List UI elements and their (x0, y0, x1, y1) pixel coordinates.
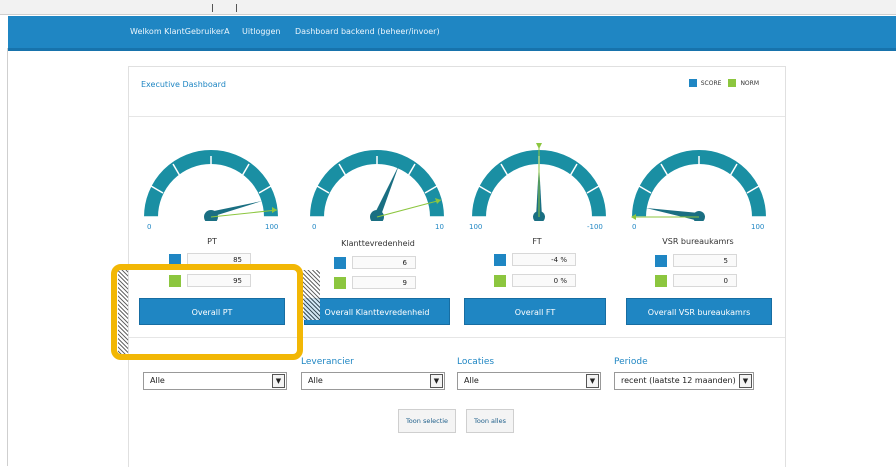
chevron-down-icon[interactable]: ▼ (739, 374, 752, 388)
nav-logout-link[interactable]: Uitloggen (242, 27, 280, 36)
nav-dashboard-backend-link[interactable]: Dashboard backend (beheer/invoer) (295, 27, 440, 36)
gauge-ft-min: 100 (469, 223, 483, 231)
filter-select-leverancier-value: Alle (308, 376, 323, 385)
gauge-klanttevredenheid-score-row: 6 (334, 255, 416, 270)
ruler-tick (212, 4, 213, 12)
toon-alles-button[interactable]: Toon alles (466, 409, 514, 433)
gauge-ft-score: -4 % (512, 253, 576, 266)
panel-header-divider (129, 116, 785, 117)
gauge-pt-min: 0 (147, 223, 152, 231)
overall-vsr-bureaukamrs-button[interactable]: Overall VSR bureaukamrs (626, 298, 772, 325)
gauge-klanttevredenheid-label: Klanttevredenheid (341, 239, 415, 248)
score-swatch (655, 254, 667, 267)
score-swatch (334, 256, 346, 269)
gauge-vsr-min: 0 (632, 223, 637, 231)
overall-klanttevredenheid-button[interactable]: Overall Klanttevredenheid (304, 298, 450, 325)
gauge-ft-norm: 0 % (512, 274, 576, 287)
filter-select-periode-value: recent (laatste 12 maanden) (621, 376, 736, 385)
gauge-ft-norm-row: 0 % (494, 273, 576, 288)
gauge-klanttevredenheid-max: 10 (435, 223, 444, 231)
gauge-vsr-score: 5 (673, 254, 737, 267)
top-navbar: Welkom KlantGebruikerA Uitloggen Dashboa… (8, 16, 896, 51)
gauge-vsr-score-row: 5 (655, 253, 737, 268)
legend-score-label: SCORE (700, 79, 722, 87)
gauge-ft (469, 139, 609, 221)
panel-title: Executive Dashboard (141, 80, 226, 89)
gauge-klanttevredenheid-min: 0 (312, 223, 317, 231)
toon-selectie-button[interactable]: Toon selectie (398, 409, 456, 433)
gauge-pt-label: PT (207, 237, 217, 246)
overall-ft-button[interactable]: Overall FT (464, 298, 606, 325)
gauge-vsr-max: 100 (751, 223, 765, 231)
legend-norm-swatch (728, 79, 737, 87)
filter-select-periode[interactable]: recent (laatste 12 maanden) ▼ (614, 372, 754, 390)
gauge-klanttevredenheid-score: 6 (352, 256, 416, 269)
gauge-vsr-norm: 0 (673, 274, 737, 287)
score-swatch (494, 253, 506, 266)
filter-select-leverancier[interactable]: Alle ▼ (301, 372, 445, 390)
filter-select-1-value: Alle (150, 376, 165, 385)
gauge-klanttevredenheid (307, 139, 447, 221)
gauge-pt (141, 139, 281, 221)
gauge-vsr-norm-row: 0 (655, 273, 737, 288)
highlight-box (111, 264, 303, 360)
filter-label-leverancier: Leverancier (301, 357, 354, 367)
norm-swatch (655, 274, 667, 287)
gauge-ft-score-row: -4 % (494, 252, 576, 267)
gauge-vsr-bureaukamrs (629, 139, 769, 221)
legend-score-swatch (688, 79, 697, 87)
norm-swatch (494, 274, 506, 287)
filter-label-periode: Periode (614, 357, 648, 367)
filter-select-1[interactable]: Alle ▼ (143, 372, 287, 390)
chevron-down-icon[interactable]: ▼ (272, 374, 285, 388)
legend-norm-label: NORM (740, 79, 759, 87)
page-left-border (7, 48, 8, 466)
nav-welcome: Welkom KlantGebruikerA (130, 27, 230, 36)
gauge-klanttevredenheid-norm-row: 9 (334, 275, 416, 290)
window-top-strip (0, 0, 896, 15)
chevron-down-icon[interactable]: ▼ (586, 374, 599, 388)
gauge-ft-label: FT (532, 237, 542, 246)
gauge-klanttevredenheid-norm: 9 (352, 276, 416, 289)
ruler-tick (236, 4, 237, 12)
filter-select-locaties[interactable]: Alle ▼ (457, 372, 601, 390)
legend: SCORE NORM (688, 79, 759, 87)
chevron-down-icon[interactable]: ▼ (430, 374, 443, 388)
gauge-pt-max: 100 (265, 223, 279, 231)
gauge-ft-max: -100 (587, 223, 603, 231)
filter-select-locaties-value: Alle (464, 376, 479, 385)
gauge-vsr-label: VSR bureaukamrs (662, 237, 734, 246)
norm-swatch (334, 276, 346, 289)
filter-label-locaties: Locaties (457, 357, 495, 367)
